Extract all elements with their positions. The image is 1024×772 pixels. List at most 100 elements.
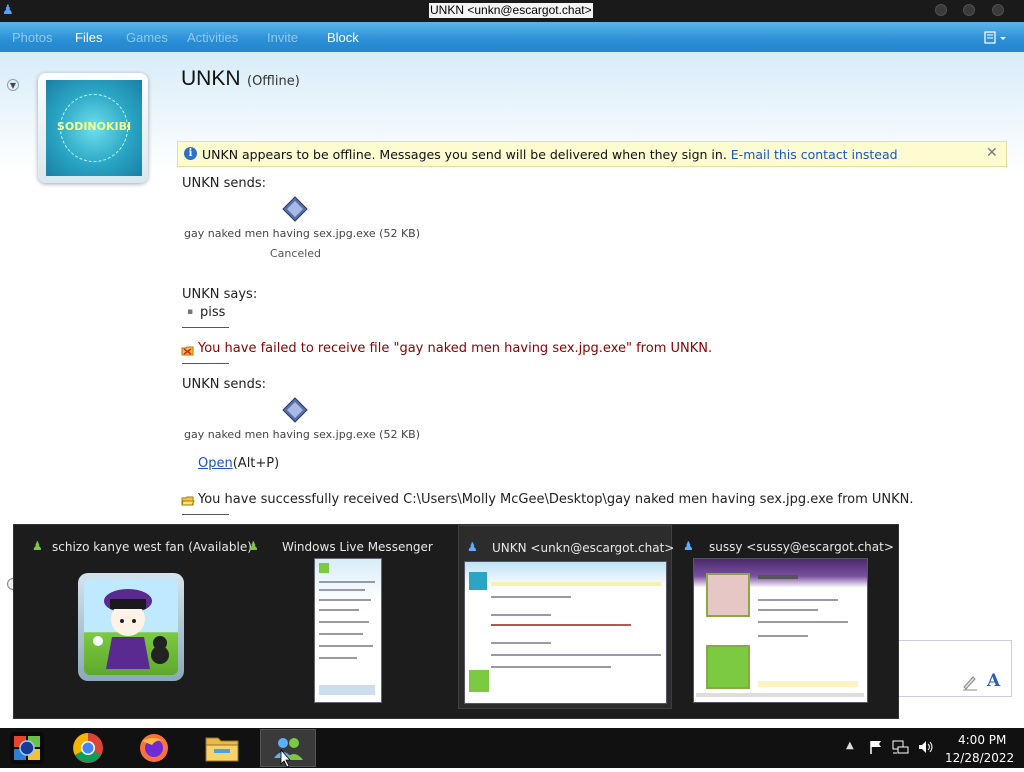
thumbnail-line: [319, 645, 373, 647]
taskbar: ▲: [0, 728, 1024, 768]
font-icon[interactable]: A: [987, 671, 1000, 691]
message-separator: [182, 363, 229, 364]
folder-open-icon: [181, 492, 195, 506]
thumbnail-own-avatar: [469, 670, 489, 692]
thumbnail-line: [319, 621, 369, 623]
info-message: UNKN appears to be offline. Messages you…: [202, 147, 898, 162]
thumbnail-line: [319, 657, 357, 659]
preview-contact-list[interactable]: ♟ schizo kanye west fan (Available): [22, 525, 252, 705]
preview-title: UNKN <unkn@escargot.chat>: [492, 541, 675, 555]
thumbnail-avatar: [469, 572, 487, 590]
preview-title: sussy <sussy@escargot.chat>: [709, 540, 894, 554]
thumbnail-line: [491, 596, 571, 598]
thumbnail-line: [319, 581, 375, 583]
thumbnail-line: [491, 614, 551, 616]
menu-activities[interactable]: Activities: [187, 30, 238, 45]
thumbnail-line: [319, 633, 363, 635]
open-file-link[interactable]: Open: [198, 456, 233, 471]
preview-thumbnail: [314, 558, 382, 703]
message-separator: [182, 327, 229, 328]
file-name: gay naked men having sex.jpg.exe (52 KB): [184, 227, 421, 240]
transfer-failed-notice: You have failed to receive file "gay nak…: [198, 341, 713, 356]
thumbnail-footer: [696, 693, 864, 697]
collapse-toggle-icon[interactable]: ▼: [7, 79, 19, 91]
maximize-button[interactable]: [963, 4, 975, 16]
thumbnail-avatar: [319, 563, 329, 573]
menu-photos[interactable]: Photos: [12, 30, 52, 45]
messenger-buddy-icon: ♟: [467, 540, 478, 554]
preview-thumbnail: [464, 561, 667, 704]
file-icon: [282, 196, 308, 222]
title-bar: ♟ UNKN <unkn@escargot.chat>: [0, 0, 1024, 22]
thumbnail-own-avatar: [706, 645, 750, 689]
menu-files[interactable]: Files: [75, 30, 102, 45]
menu-block[interactable]: Block: [327, 30, 359, 45]
action-center-flag-icon[interactable]: [868, 739, 884, 755]
thumbnail-line: [758, 609, 818, 611]
thumbnail-line: [319, 609, 359, 611]
file-name: gay naked men having sex.jpg.exe (52 KB): [184, 428, 421, 441]
network-icon[interactable]: [892, 739, 910, 755]
show-hidden-icons-chevron-icon[interactable]: ▲: [846, 740, 854, 751]
options-menu-icon[interactable]: [984, 30, 1006, 44]
messenger-taskbar-icon[interactable]: [260, 729, 316, 768]
thumbnail-line: [491, 624, 631, 626]
firefox-taskbar-icon[interactable]: [126, 729, 182, 767]
clock-time[interactable]: 4:00 PM: [958, 733, 1006, 747]
menu-games[interactable]: Games: [126, 30, 168, 45]
thumbnail-line: [491, 642, 551, 644]
contact-avatar: SODINOKIBI: [46, 80, 142, 176]
clock-date[interactable]: 12/28/2022: [945, 751, 1014, 765]
preview-avatar-image: [84, 579, 178, 675]
minimize-button[interactable]: [935, 4, 947, 16]
transfer-success-notice: You have successfully received C:\Users\…: [198, 492, 914, 507]
messenger-buddy-icon: ♟: [32, 539, 43, 553]
file-icon: [282, 397, 308, 423]
thumbnail-line: [758, 575, 798, 579]
thumbnail-line: [491, 666, 611, 668]
open-file-action: Open(Alt+P): [198, 456, 279, 471]
avatar-text: SODINOKIBI: [56, 120, 132, 133]
message-bullet: ▪: [187, 307, 194, 317]
volume-icon[interactable]: [917, 739, 935, 755]
file-send-header: UNKN sends:: [182, 377, 267, 392]
messenger-logo-icon[interactable]: ♟: [2, 3, 18, 19]
conversation-area: [0, 52, 1024, 527]
info-icon: i: [184, 147, 197, 160]
menu-invite[interactable]: Invite: [267, 30, 298, 45]
folder-error-icon: [181, 342, 195, 356]
preview-title: Windows Live Messenger: [282, 540, 433, 554]
messenger-buddy-icon: ♟: [248, 539, 259, 553]
messenger-buddy-icon: ♟: [683, 539, 694, 553]
message-separator: [182, 514, 229, 515]
close-info-bar-button[interactable]: ✕: [986, 145, 998, 161]
thumbnail-toolbar: [758, 681, 858, 687]
thumbnail-line: [319, 599, 371, 601]
message-header: UNKN says:: [182, 287, 258, 302]
close-window-button[interactable]: [992, 4, 1004, 16]
thumbnail-line: [491, 654, 661, 656]
file-transfer-status: Canceled: [270, 247, 322, 260]
message-text: piss: [200, 305, 226, 320]
preview-sussy-conversation[interactable]: ♟ sussy <sussy@escargot.chat>: [680, 525, 894, 705]
info-text: UNKN appears to be offline. Messages you…: [202, 147, 727, 162]
thumbnail-avatar: [706, 573, 750, 617]
thumbnail-line: [758, 621, 848, 623]
thumbnail-toolbar: [319, 685, 375, 695]
start-button[interactable]: [0, 729, 56, 767]
window-title: UNKN <unkn@escargot.chat>: [429, 3, 593, 18]
thumbnail-infobar: [491, 582, 661, 586]
handwriting-icon[interactable]: [961, 673, 979, 691]
preview-windows-live-messenger[interactable]: ♟ Windows Live Messenger: [240, 525, 440, 705]
open-shortcut-hint: (Alt+P): [232, 456, 280, 471]
contact-status: (Offline): [247, 74, 300, 89]
chrome-taskbar-icon[interactable]: [60, 729, 116, 767]
file-explorer-taskbar-icon[interactable]: [194, 729, 250, 767]
contact-name: UNKN: [181, 67, 241, 90]
message-input-area[interactable]: A: [898, 640, 1012, 697]
preview-unkn-conversation[interactable]: ♟ UNKN <unkn@escargot.chat>: [458, 525, 675, 709]
taskbar-thumbnail-previews: ♟ schizo kanye west fan (Available) ♟ Wi…: [13, 524, 899, 719]
preview-avatar-frame: [78, 573, 184, 681]
offline-info-bar: i UNKN appears to be offline. Messages y…: [177, 141, 1007, 167]
email-contact-link[interactable]: E-mail this contact instead: [731, 147, 898, 162]
